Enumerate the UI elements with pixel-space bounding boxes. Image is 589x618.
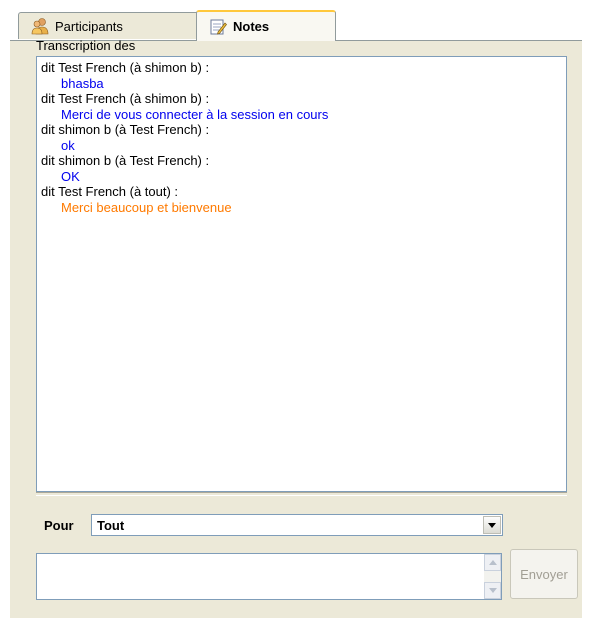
- transcript-box[interactable]: dit Test French (à shimon b) : bhasba dit …: [36, 56, 567, 492]
- message-header: dit shimon b (à Test French) :: [41, 153, 210, 168]
- message-input[interactable]: [36, 553, 502, 600]
- message-header: dit Test French (à shimon b) :: [41, 91, 210, 106]
- scroll-down-icon[interactable]: [484, 582, 501, 599]
- tab-participants-label: Participants: [55, 18, 123, 34]
- message-text: ok: [61, 137, 75, 153]
- message-text: OK: [61, 168, 80, 184]
- participants-icon: [31, 17, 49, 35]
- recipient-select[interactable]: Tout: [91, 514, 503, 536]
- scroll-up-icon[interactable]: [484, 554, 501, 571]
- divider: [36, 492, 567, 496]
- transcript-label: Transcription des: [36, 38, 136, 53]
- message-scrollbar[interactable]: [484, 554, 501, 599]
- tab-notes-label: Notes: [233, 19, 270, 34]
- notes-icon: [209, 18, 227, 36]
- tab-notes[interactable]: Notes: [196, 10, 336, 41]
- message-text: Merci beaucoup et bienvenue: [61, 199, 232, 215]
- tab-bar: Participants Notes: [10, 10, 582, 41]
- tab-participants[interactable]: Participants: [18, 12, 200, 39]
- message-text: Merci de vous connecter à la session en …: [61, 106, 329, 122]
- chevron-down-icon[interactable]: [483, 516, 501, 534]
- recipient-select-value: Tout: [97, 517, 125, 533]
- message-header: dit shimon b (à Test French) :: [41, 122, 210, 137]
- message-header: dit Test French (à tout) :: [41, 184, 179, 199]
- message-text: bhasba: [61, 75, 104, 91]
- send-button[interactable]: Envoyer: [510, 549, 578, 599]
- message-header: dit Test French (à shimon b) :: [41, 60, 210, 75]
- recipient-label: Pour: [44, 518, 74, 533]
